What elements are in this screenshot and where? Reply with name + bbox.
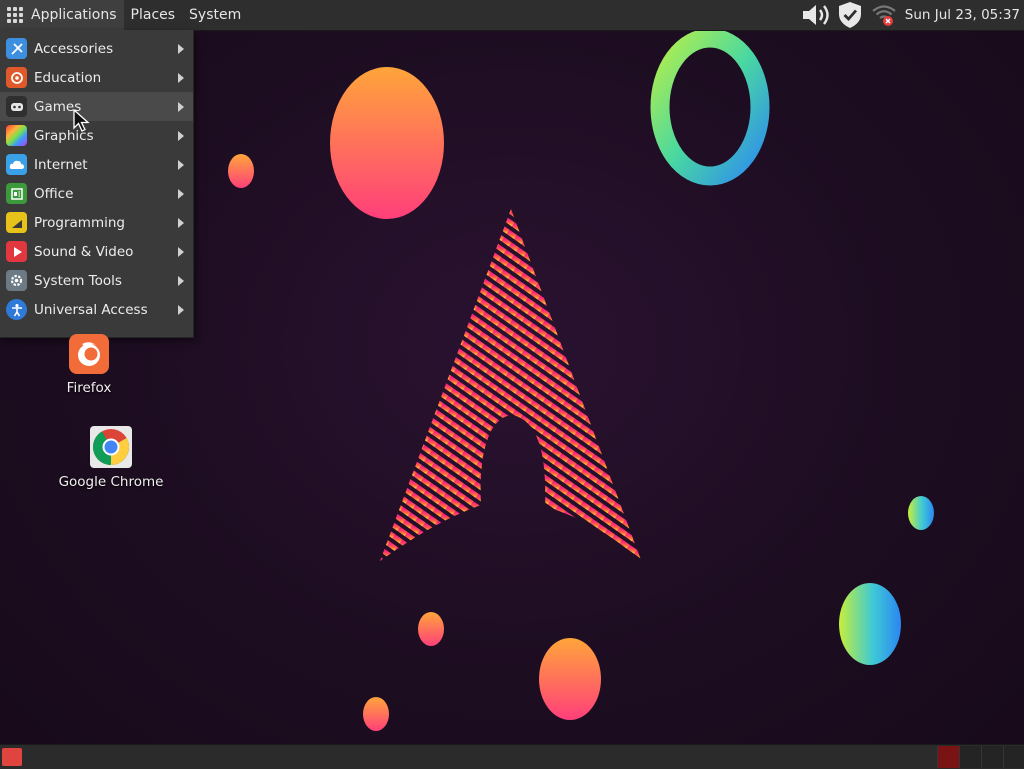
desktop-icon-label: Google Chrome [58, 474, 164, 490]
large-orange-ball [330, 67, 444, 219]
mouse-cursor-icon [73, 108, 91, 137]
top-panel: Applications Places System Sun Jul 23, 0… [0, 0, 1024, 31]
menu-item-programming[interactable]: Programming [0, 208, 193, 237]
system-tools-icon [6, 270, 27, 291]
arch-logo [380, 209, 641, 561]
security-shield-icon[interactable] [833, 0, 867, 30]
submenu-arrow-icon [178, 305, 184, 315]
graphics-icon [6, 125, 27, 146]
orange-ball-bottom-left [418, 612, 444, 646]
programming-icon [6, 212, 27, 233]
ring-shape [650, 28, 770, 186]
system-tray: Sun Jul 23, 05:37 [799, 0, 1024, 30]
apps-grid-icon [7, 7, 23, 23]
menu-item-accessories[interactable]: Accessories [0, 34, 193, 63]
system-menu-label: System [189, 7, 242, 23]
applications-dropdown: Accessories Education Games Graphics Int… [0, 30, 194, 338]
applications-menu[interactable]: Applications [0, 0, 124, 30]
workspace-2[interactable] [959, 746, 982, 768]
workspace-3[interactable] [981, 746, 1004, 768]
education-icon [6, 67, 27, 88]
menu-item-label: Education [34, 69, 102, 86]
show-desktop-button[interactable] [2, 748, 22, 766]
internet-icon [6, 154, 27, 175]
sound-video-icon [6, 241, 27, 262]
menu-item-internet[interactable]: Internet [0, 150, 193, 179]
large-blue-ball [839, 583, 901, 665]
menu-item-system-tools[interactable]: System Tools [0, 266, 193, 295]
submenu-arrow-icon [178, 131, 184, 141]
volume-icon[interactable] [799, 0, 833, 30]
bottom-panel [0, 744, 1024, 769]
menu-item-label: Office [34, 185, 74, 202]
menu-item-label: Programming [34, 214, 125, 231]
menu-item-label: Internet [34, 156, 88, 173]
submenu-arrow-icon [178, 73, 184, 83]
orange-ball-bottom-middle [539, 638, 601, 720]
submenu-arrow-icon [178, 189, 184, 199]
menu-item-graphics[interactable]: Graphics [0, 121, 193, 150]
clock[interactable]: Sun Jul 23, 05:37 [901, 7, 1020, 23]
universal-access-icon [6, 299, 27, 320]
chrome-icon [90, 426, 132, 468]
desktop-icon-google-chrome[interactable]: Google Chrome [56, 426, 166, 490]
submenu-arrow-icon [178, 102, 184, 112]
small-blue-ball [908, 496, 934, 530]
submenu-arrow-icon [178, 276, 184, 286]
menu-item-label: System Tools [34, 272, 122, 289]
office-icon [6, 183, 27, 204]
places-menu[interactable]: Places [124, 0, 183, 30]
games-icon [6, 96, 27, 117]
places-menu-label: Places [130, 7, 176, 23]
submenu-arrow-icon [178, 218, 184, 228]
applications-menu-label: Applications [31, 7, 117, 23]
workspace-1[interactable] [937, 746, 960, 768]
submenu-arrow-icon [178, 160, 184, 170]
submenu-arrow-icon [178, 247, 184, 257]
firefox-icon [69, 334, 109, 374]
system-menu[interactable]: System [182, 0, 248, 30]
menu-item-education[interactable]: Education [0, 63, 193, 92]
submenu-arrow-icon [178, 44, 184, 54]
menu-item-label: Universal Access [34, 301, 148, 318]
menu-item-universal-access[interactable]: Universal Access [0, 295, 193, 324]
desktop-icon-firefox[interactable]: Firefox [55, 334, 123, 396]
desktop-icon-label: Firefox [66, 380, 112, 396]
menu-item-sound-video[interactable]: Sound & Video [0, 237, 193, 266]
menu-item-office[interactable]: Office [0, 179, 193, 208]
accessories-icon [6, 38, 27, 59]
small-orange-ball [228, 154, 254, 188]
workspace-4[interactable] [1003, 746, 1024, 768]
menu-item-games[interactable]: Games [0, 92, 193, 121]
network-disconnected-icon[interactable] [867, 0, 901, 30]
menu-item-label: Sound & Video [34, 243, 134, 260]
menu-item-label: Accessories [34, 40, 114, 57]
orange-ball-bottom-small [363, 697, 389, 731]
